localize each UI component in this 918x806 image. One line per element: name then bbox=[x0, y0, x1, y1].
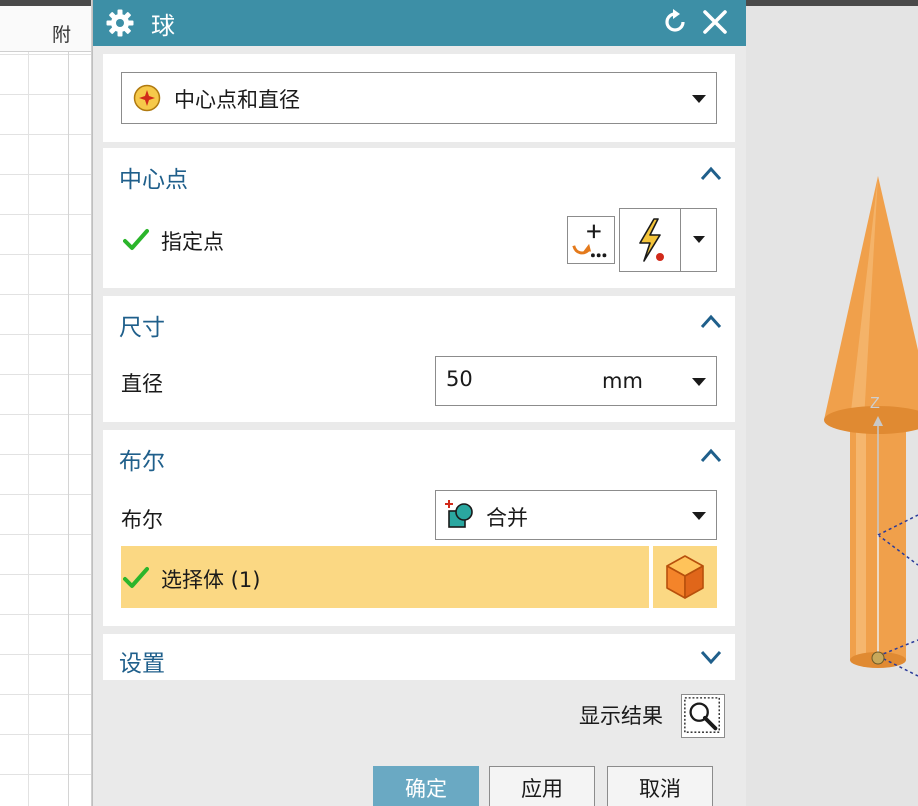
specify-point-label[interactable]: 指定点 bbox=[161, 226, 224, 256]
spreadsheet-column-header: 附 bbox=[52, 24, 72, 46]
boolean-value: 合并 bbox=[486, 506, 528, 530]
close-icon[interactable] bbox=[701, 8, 729, 36]
type-dropdown[interactable]: 中心点和直径 bbox=[121, 72, 717, 124]
select-body-label[interactable]: 选择体 (1) bbox=[161, 564, 260, 594]
chevron-up-icon[interactable] bbox=[699, 446, 723, 464]
dimension-section: 尺寸 直径 50 mm bbox=[103, 296, 735, 422]
center-diameter-icon bbox=[133, 84, 161, 112]
apply-button[interactable]: 应用 bbox=[489, 766, 595, 806]
dropdown-divider bbox=[680, 209, 681, 271]
point-dialog-icon bbox=[572, 224, 607, 258]
graphics-viewport[interactable]: Z bbox=[746, 0, 918, 806]
spreadsheet-grid bbox=[0, 6, 91, 806]
origin-point[interactable] bbox=[871, 651, 885, 665]
cylinder-highlight bbox=[856, 430, 866, 660]
diameter-unit[interactable]: mm bbox=[602, 369, 643, 393]
ok-button[interactable]: 确定 bbox=[373, 766, 479, 806]
solid-body-icon bbox=[666, 555, 704, 599]
show-result-label: 显示结果 bbox=[579, 704, 663, 728]
diameter-value[interactable]: 50 bbox=[446, 367, 473, 391]
reset-icon[interactable] bbox=[661, 8, 689, 36]
chevron-down-icon[interactable] bbox=[692, 378, 706, 386]
boolean-label: 布尔 bbox=[121, 508, 163, 532]
chevron-down-icon bbox=[692, 95, 706, 103]
z-axis-label: Z bbox=[870, 395, 880, 412]
checkmark-icon bbox=[123, 567, 149, 588]
center-point-section-title[interactable]: 中心点 bbox=[119, 160, 188, 194]
boolean-section: 布尔 布尔 合并 选择体 (1) bbox=[103, 430, 735, 626]
chevron-up-icon[interactable] bbox=[699, 312, 723, 330]
sphere-dialog: 球 中心点和直径 中心点 指定点 尺寸 直径 50 mm 布尔 布尔 合并 选择… bbox=[92, 0, 747, 806]
chevron-down-icon[interactable] bbox=[699, 648, 723, 666]
point-dialog-button[interactable] bbox=[567, 216, 615, 264]
inferred-point-dropdown[interactable] bbox=[619, 208, 717, 272]
select-body-button[interactable] bbox=[653, 546, 717, 608]
dimension-section-title[interactable]: 尺寸 bbox=[119, 308, 165, 342]
center-point-section: 中心点 指定点 bbox=[103, 148, 735, 288]
chevron-down-icon bbox=[692, 512, 706, 520]
cancel-button[interactable]: 取消 bbox=[607, 766, 713, 806]
spreadsheet-column-divider bbox=[68, 6, 69, 806]
type-dropdown-value: 中心点和直径 bbox=[174, 88, 300, 112]
lightning-point-icon bbox=[639, 218, 664, 262]
checkmark-icon bbox=[123, 229, 149, 250]
dialog-title-bar[interactable]: 球 bbox=[93, 0, 747, 46]
chevron-down-icon bbox=[693, 236, 705, 243]
settings-section-title[interactable]: 设置 bbox=[119, 644, 165, 678]
boolean-section-title[interactable]: 布尔 bbox=[119, 442, 165, 476]
gear-icon[interactable] bbox=[105, 8, 135, 38]
boolean-dropdown[interactable]: 合并 bbox=[435, 490, 717, 540]
diameter-input[interactable]: 50 mm bbox=[435, 356, 717, 406]
model-view[interactable]: Z bbox=[746, 0, 918, 806]
magnifier-icon bbox=[684, 697, 720, 733]
show-result-button[interactable] bbox=[681, 694, 725, 738]
dialog-title: 球 bbox=[151, 12, 175, 40]
diameter-label: 直径 bbox=[121, 372, 163, 396]
type-panel: 中心点和直径 bbox=[103, 54, 735, 142]
unite-icon bbox=[445, 500, 473, 528]
settings-section[interactable]: 设置 bbox=[103, 634, 735, 680]
chevron-up-icon[interactable] bbox=[699, 164, 723, 182]
spreadsheet-header-cell[interactable] bbox=[0, 6, 91, 52]
spreadsheet-background: 附 bbox=[0, 0, 92, 806]
